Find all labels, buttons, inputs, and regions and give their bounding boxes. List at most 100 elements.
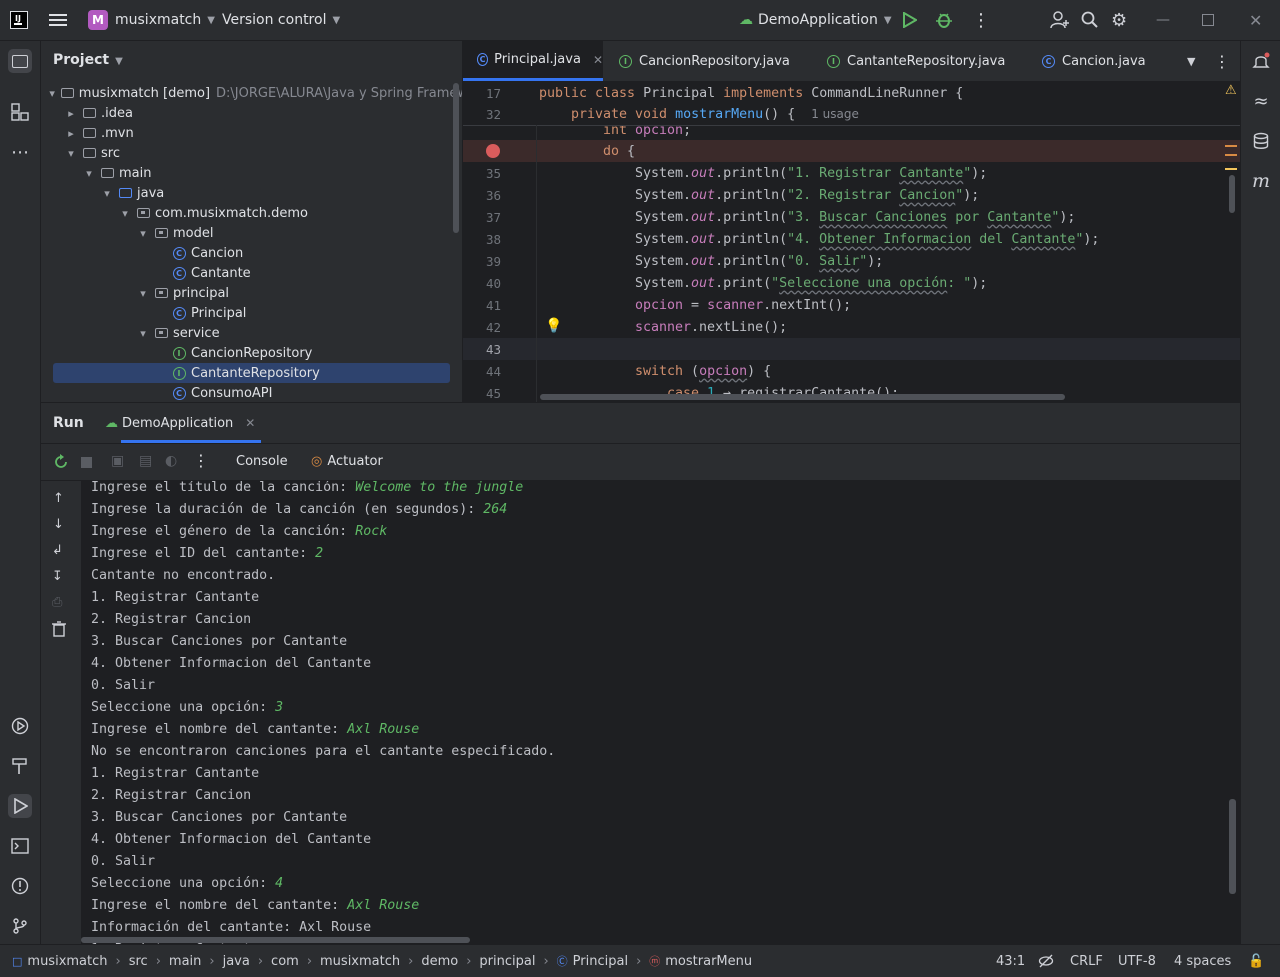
services-tool-button[interactable] [8, 714, 32, 738]
breadcrumb-item[interactable]: mostrarMenu [665, 954, 752, 969]
scroll-to-end-icon[interactable]: ↧ [52, 569, 63, 584]
breadcrumb-item[interactable]: com [271, 954, 299, 969]
tab-cancion-java[interactable]: C Cancion.java [1042, 41, 1146, 81]
soft-wrap-icon[interactable]: ↲ [52, 543, 63, 558]
console-scrollbar[interactable] [1229, 799, 1236, 894]
tab-console[interactable]: Console [236, 454, 288, 469]
breadcrumb-item[interactable]: musixmatch [27, 954, 107, 969]
code-line-39[interactable]: 39 System.out.println("0. Salir"); [463, 250, 1240, 272]
tree-item-src[interactable]: ▾ src [41, 143, 462, 163]
arrow-down-icon[interactable]: ↓ [53, 517, 64, 532]
more-tools-icon[interactable]: ⋯ [8, 140, 32, 164]
tree-item-model[interactable]: ▾ model [41, 223, 462, 243]
error-stripe-marker[interactable] [1225, 145, 1237, 147]
file-encoding[interactable]: UTF-8 [1118, 945, 1156, 977]
tree-item-principal[interactable]: C Principal [41, 303, 462, 323]
arrow-up-icon[interactable]: ↑ [53, 491, 64, 506]
structure-tool-button[interactable] [8, 100, 32, 124]
close-tab-icon[interactable]: ✕ [593, 53, 603, 67]
code-line-44[interactable]: 44 switch (opcion) { [463, 360, 1240, 382]
close-window-button[interactable]: ✕ [1249, 0, 1262, 40]
run-tab-demoapplication[interactable]: ☁ DemoApplication ✕ [105, 403, 255, 443]
code-line-36[interactable]: 36 System.out.println("2. Registrar Canc… [463, 184, 1240, 206]
project-tool-button[interactable] [8, 49, 32, 73]
main-menu-button[interactable] [48, 0, 68, 40]
code-line-35[interactable]: 35 System.out.println("1. Registrar Cant… [463, 162, 1240, 184]
maximize-button[interactable] [1202, 0, 1214, 40]
breadcrumb-item[interactable]: Principal [573, 954, 628, 969]
code-line-41[interactable]: 41 opcion = scanner.nextInt(); [463, 294, 1240, 316]
editor-vertical-scrollbar[interactable] [1229, 175, 1235, 213]
breadcrumb-item[interactable]: main [169, 954, 201, 969]
editor-horizontal-scrollbar[interactable] [540, 394, 1065, 400]
indent-setting[interactable]: 4 spaces [1174, 945, 1231, 977]
tab-cantante-repository[interactable]: I CantanteRepository.java [827, 41, 1005, 81]
caret-position[interactable]: 43:1 [996, 945, 1025, 977]
search-button[interactable] [1081, 0, 1099, 40]
stop-icon[interactable] [81, 457, 92, 468]
read-only-toggle-icon[interactable] [1038, 945, 1054, 977]
tab-cancion-repository[interactable]: I CancionRepository.java [619, 41, 790, 81]
code-line-42[interactable]: 42 💡 scanner.nextLine(); [463, 316, 1240, 338]
git-tool-button[interactable] [8, 914, 32, 938]
console-horizontal-scrollbar[interactable] [81, 937, 470, 943]
tree-item-service[interactable]: ▾ service [41, 323, 462, 343]
add-user-button[interactable] [1050, 0, 1070, 40]
code-line-40[interactable]: 40 System.out.print("Seleccione una opci… [463, 272, 1240, 294]
breadcrumb-item[interactable]: musixmatch [320, 954, 400, 969]
vcs-menu[interactable]: Version control ▼ [222, 0, 340, 40]
tree-item-cantante-repository[interactable]: I CantanteRepository [53, 363, 450, 383]
tree-item-cantante[interactable]: C Cantante [41, 263, 462, 283]
line-separator[interactable]: CRLF [1070, 945, 1103, 977]
usage-hint[interactable]: 1 usage [811, 107, 859, 121]
camera-icon[interactable]: ▣ [111, 453, 124, 469]
print-icon[interactable]: ⎙ [52, 595, 62, 610]
lock-icon[interactable]: 🔓 [1248, 945, 1264, 977]
warning-icon[interactable]: ⚠ [1225, 83, 1237, 98]
database-tool-button[interactable] [1249, 129, 1273, 153]
maven-m-icon[interactable]: m [1249, 169, 1273, 193]
ai-assistant-icon[interactable]: ≈ [1249, 89, 1273, 113]
warning-stripe-marker[interactable] [1225, 168, 1237, 170]
tree-root[interactable]: ▾ musixmatch [demo] D:\JORGE\ALURA\Java … [41, 83, 462, 103]
project-panel-title[interactable]: Project ▼ [53, 52, 123, 68]
breadcrumb-item[interactable]: principal [479, 954, 535, 969]
debug-button[interactable] [935, 0, 953, 40]
problems-tool-button[interactable] [8, 874, 32, 898]
clear-all-button[interactable] [52, 621, 66, 641]
breadcrumb-item[interactable]: java [223, 954, 250, 969]
tree-item-mvn[interactable]: ▸ .mvn [41, 123, 462, 143]
code-line-34[interactable]: do { [463, 140, 1240, 162]
project-scrollbar[interactable] [453, 83, 459, 233]
tab-principal-java[interactable]: C Principal.java ✕ [463, 41, 603, 81]
breakpoint-icon[interactable] [486, 144, 500, 158]
more-actions-icon[interactable]: ⋮ [972, 0, 990, 40]
lightbulb-icon[interactable]: 💡 [545, 318, 562, 334]
minimize-button[interactable]: — [1156, 0, 1170, 40]
tabs-overflow-chevron-icon[interactable]: ▼ [1187, 41, 1195, 81]
sticky-line-method[interactable]: 32 private void mostrarMenu() { 1 usage [463, 104, 1240, 126]
tree-item-principal-pkg[interactable]: ▾ principal [41, 283, 462, 303]
close-tab-icon[interactable]: ✕ [245, 416, 255, 430]
editor-more-icon[interactable]: ⋮ [1214, 41, 1230, 81]
settings-gear-icon[interactable]: ⚙ [1111, 0, 1127, 40]
tree-item-consumo-api[interactable]: C ConsumoAPI [41, 383, 462, 402]
console-output[interactable]: Ingrese el título de la canción: Welcome… [81, 481, 1240, 944]
tree-item-main[interactable]: ▾ main [41, 163, 462, 183]
run-button[interactable] [901, 0, 917, 40]
sticky-line-class[interactable]: 17 public class Principal implements Com… [463, 82, 1240, 104]
code-line-38[interactable]: 38 System.out.println("4. Obtener Inform… [463, 228, 1240, 250]
tab-actuator[interactable]: ◎ Actuator [311, 454, 383, 469]
code-line-33[interactable]: int opcion; [463, 126, 1240, 138]
tree-item-cancion[interactable]: C Cancion [41, 243, 462, 263]
code-line-43[interactable]: 43 [463, 338, 1240, 360]
breadcrumb-item[interactable]: demo [421, 954, 458, 969]
tree-item-idea[interactable]: ▸ .idea [41, 103, 462, 123]
error-stripe-marker[interactable] [1225, 154, 1237, 156]
code-line-37[interactable]: 37 System.out.println("3. Buscar Cancion… [463, 206, 1240, 228]
run-more-icon[interactable]: ⋮ [193, 451, 209, 470]
rerun-button[interactable] [53, 454, 69, 474]
run-config-selector[interactable]: ☁ DemoApplication ▼ [739, 0, 892, 40]
run-tool-button[interactable] [8, 794, 32, 818]
terminal-tool-button[interactable] [8, 834, 32, 858]
